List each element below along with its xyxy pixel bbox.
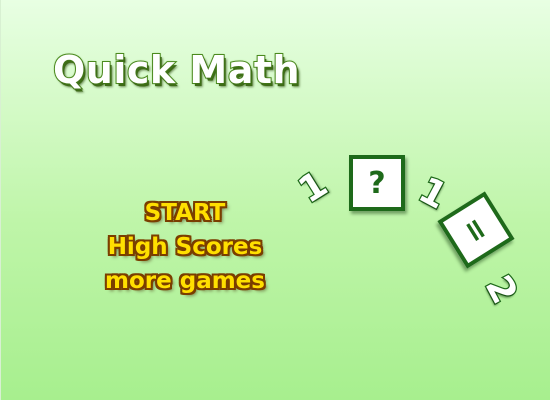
equation-operand-b: 1 [411,168,455,218]
equals-box: = [437,191,515,269]
equation-result: 2 [476,268,526,312]
operator-question-mark: ? [368,165,386,201]
game-title: Quick Math [52,47,301,93]
start-button[interactable]: START [145,198,226,228]
high-scores-button[interactable]: High Scores [108,232,263,262]
equals-sign: = [454,210,498,250]
more-games-button[interactable]: more games [105,266,265,296]
equation-operand-a: 1 [291,162,336,213]
main-menu: START High Scores more games [85,198,285,296]
game-stage: Quick Math START High Scores more games … [0,0,550,400]
operator-box: ? [349,155,405,211]
